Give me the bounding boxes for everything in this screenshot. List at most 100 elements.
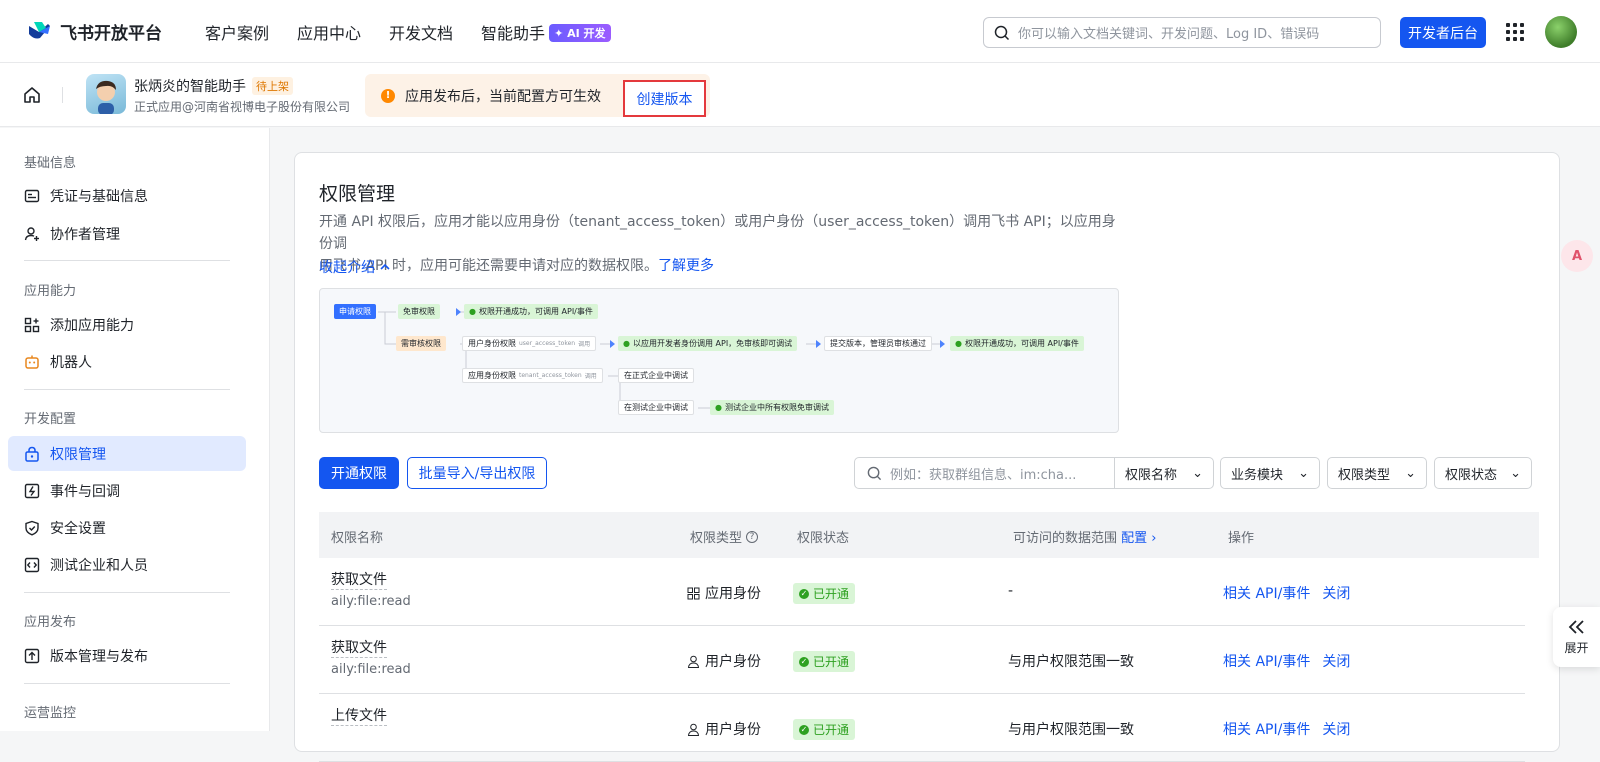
permission-name[interactable]: 获取文件	[331, 639, 387, 658]
permission-type: 用户身份	[687, 719, 761, 739]
flow-success-2: ● 权限开通成功，可调用 API/事件	[950, 336, 1084, 351]
dev-console-button[interactable]: 开发者后台	[1400, 17, 1486, 48]
nav-app-center[interactable]: 应用中心	[297, 20, 361, 44]
table-row: 上传文件 用户身份 ✓ 已开通 与用户权限范围一致 相关 API/事件 关闭	[319, 694, 1525, 762]
sidebar-item-label: 添加应用能力	[50, 317, 134, 334]
sidebar-item-label: 事件与回调	[50, 483, 120, 500]
main-nav: 客户案例 应用中心 开发文档 智能助手 ✦ AI 开发	[205, 0, 611, 63]
sidebar-item-permissions[interactable]: 权限管理	[8, 436, 246, 471]
related-api-link[interactable]: 相关 API/事件	[1223, 719, 1310, 739]
flow-review: 需审核权限	[396, 336, 446, 351]
related-api-link[interactable]: 相关 API/事件	[1223, 651, 1310, 671]
app-name: 张炳炎的智能助手 待上架	[134, 76, 293, 96]
user-add-icon	[24, 226, 40, 242]
nav-dev-docs[interactable]: 开发文档	[389, 20, 453, 44]
sidebar-item-collaborators[interactable]: 协作者管理	[8, 216, 246, 251]
enable-permission-button[interactable]: 开通权限	[319, 457, 399, 489]
brand-logo[interactable]: 飞书开放平台	[26, 18, 162, 44]
permission-type: 用户身份	[687, 651, 761, 671]
table-header: 权限名称 权限类型? 权限状态 可访问的数据范围 配置 › 操作	[319, 512, 1539, 558]
notice-text: 应用发布后，当前配置方可生效	[405, 88, 601, 105]
home-icon[interactable]	[22, 85, 42, 105]
divider	[24, 389, 230, 390]
check-icon: ✓	[799, 656, 809, 667]
warning-icon: !	[381, 88, 395, 103]
sidebar-item-test-enterprise[interactable]: 测试企业和人员	[8, 547, 246, 582]
th-scope: 可访问的数据范围 配置 ›	[1013, 531, 1157, 546]
row-actions: 相关 API/事件 关闭	[1223, 719, 1350, 739]
status-filter[interactable]: 权限状态 ⌄	[1434, 457, 1532, 489]
close-permission-link[interactable]: 关闭	[1322, 583, 1350, 603]
sidebar-item-robot[interactable]: 机器人	[8, 344, 246, 379]
check-icon: ✓	[799, 588, 809, 599]
doc-search-input[interactable]: 你可以输入文档关键词、开发问题、Log ID、错误码	[983, 17, 1381, 48]
permission-name[interactable]: 上传文件	[331, 707, 387, 726]
permission-search-input[interactable]: 例如：获取群组信息、im:cha...	[854, 457, 1115, 489]
upload-icon	[24, 648, 40, 664]
flow-formal-debug: 在正式企业中调试	[618, 368, 694, 383]
th-ops: 操作	[1228, 531, 1255, 546]
scope-config-link[interactable]: 配置 ›	[1121, 531, 1156, 546]
sidebar-item-add-capability[interactable]: 添加应用能力	[8, 307, 246, 342]
permission-code: aily:file:read	[331, 662, 411, 677]
status-badge: ✓ 已开通	[793, 651, 856, 672]
doc-search-placeholder: 你可以输入文档关键词、开发问题、Log ID、错误码	[1018, 27, 1320, 42]
sidebar-section-dev-config: 开发配置	[24, 412, 77, 427]
chevron-down-icon: ⌄	[1510, 465, 1521, 481]
translate-icon[interactable]: A	[1561, 240, 1593, 272]
app-avatar	[86, 74, 126, 114]
app-org: 正式应用@河南省视博电子股份有限公司	[134, 100, 351, 114]
flow-submit: 提交版本，管理员审核通过	[824, 336, 932, 351]
apps-add-icon	[24, 317, 40, 333]
app-subheader: 张炳炎的智能助手 待上架 正式应用@河南省视博电子股份有限公司 ! 应用发布后，当…	[0, 63, 1600, 127]
event-icon	[24, 483, 40, 499]
module-filter[interactable]: 业务模块 ⌄	[1220, 457, 1320, 489]
row-actions: 相关 API/事件 关闭	[1223, 583, 1350, 603]
flow-test-debug: 在测试企业中调试	[618, 400, 694, 415]
collapse-intro-toggle[interactable]: 收起介绍	[319, 257, 391, 277]
data-scope: 与用户权限范围一致	[1008, 654, 1134, 670]
search-field-select[interactable]: 权限名称 ⌄	[1114, 457, 1214, 489]
sidebar-item-credentials[interactable]: 凭证与基础信息	[8, 178, 246, 213]
robot-icon	[24, 354, 40, 370]
code-icon	[24, 557, 40, 573]
data-scope: -	[1008, 583, 1014, 599]
sidebar-item-events[interactable]: 事件与回调	[8, 473, 246, 508]
chevron-up-icon	[380, 263, 391, 270]
sidebar-item-version[interactable]: 版本管理与发布	[8, 638, 246, 673]
permission-flow-diagram: 申请权限 免审权限 ● 权限开通成功，可调用 API/事件 需审核权限 用户身份权…	[319, 288, 1119, 433]
help-icon[interactable]: ?	[746, 530, 759, 543]
type-filter[interactable]: 权限类型 ⌄	[1327, 457, 1427, 489]
permission-name[interactable]: 获取文件	[331, 571, 387, 590]
sidebar-item-label: 权限管理	[50, 446, 106, 463]
search-icon	[994, 25, 1010, 40]
flow-app-identity: 应用身份权限 tenant_access_token 调用	[462, 368, 603, 383]
user-avatar[interactable]	[1545, 16, 1577, 48]
feishu-logo-icon	[29, 22, 50, 39]
double-chevron-left-icon	[1568, 619, 1584, 634]
flow-exempt: 免审权限	[398, 304, 440, 319]
close-permission-link[interactable]: 关闭	[1322, 719, 1350, 739]
divider	[24, 683, 230, 684]
page-description: 开通 API 权限后，应用才能以应用身份（tenant_access_token…	[319, 214, 1116, 274]
close-permission-link[interactable]: 关闭	[1322, 651, 1350, 671]
chevron-down-icon: ⌄	[1405, 465, 1416, 481]
expand-panel-button[interactable]: 展开	[1553, 607, 1600, 667]
nav-smart-assistant[interactable]: 智能助手 ✦ AI 开发	[481, 20, 611, 44]
sidebar-item-security[interactable]: 安全设置	[8, 510, 246, 545]
nav-customer-cases[interactable]: 客户案例	[205, 20, 269, 44]
batch-import-export-button[interactable]: 批量导入/导出权限	[407, 457, 547, 489]
permission-code: aily:file:read	[331, 594, 411, 609]
expand-label: 展开	[1564, 640, 1589, 655]
related-api-link[interactable]: 相关 API/事件	[1223, 583, 1310, 603]
flow-success-1: ● 权限开通成功，可调用 API/事件	[464, 304, 598, 319]
sidebar-section-monitoring: 运营监控	[24, 706, 77, 721]
app-grid-icon[interactable]	[1506, 23, 1524, 41]
divider	[24, 260, 230, 261]
th-name: 权限名称	[331, 531, 384, 546]
row-actions: 相关 API/事件 关闭	[1223, 651, 1350, 671]
sidebar-section-capability: 应用能力	[24, 284, 77, 299]
create-version-button[interactable]: 创建版本	[623, 80, 706, 117]
brand-name: 飞书开放平台	[60, 23, 162, 44]
learn-more-link[interactable]: 了解更多	[658, 258, 714, 274]
